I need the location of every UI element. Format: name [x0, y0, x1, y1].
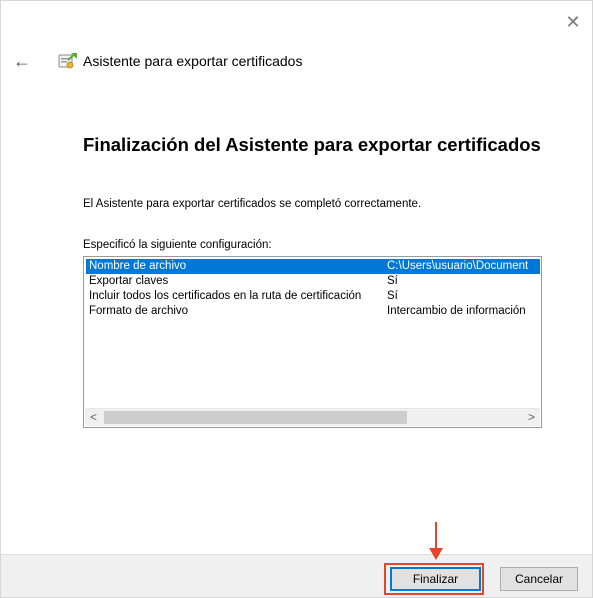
finish-highlight-box — [384, 563, 484, 595]
settings-listbox[interactable]: Nombre de archivo C:\Users\usuario\Docum… — [83, 256, 542, 428]
settings-row[interactable]: Incluir todos los certificados en la rut… — [86, 289, 540, 304]
setting-name: Incluir todos los certificados en la rut… — [89, 290, 362, 302]
setting-value: Sí — [387, 290, 398, 302]
close-icon[interactable]: ✕ — [564, 13, 582, 31]
wizard-title: Asistente para exportar certificados — [83, 53, 303, 69]
setting-name: Exportar claves — [89, 275, 169, 287]
scroll-right-icon[interactable]: > — [523, 409, 540, 426]
setting-name: Formato de archivo — [89, 305, 189, 317]
setting-value: Intercambio de información — [387, 305, 526, 317]
settings-row[interactable]: Nombre de archivo C:\Users\usuario\Docum… — [86, 259, 540, 274]
scroll-thumb[interactable] — [104, 411, 407, 424]
button-bar: Finalizar Cancelar — [1, 554, 592, 597]
settings-list-label: Especificó la siguiente configuración: — [83, 239, 272, 251]
settings-row[interactable]: Exportar claves Sí — [86, 274, 540, 289]
setting-value: Sí — [387, 275, 398, 287]
cancel-button[interactable]: Cancelar — [500, 567, 578, 591]
completion-message: El Asistente para exportar certificados … — [83, 198, 422, 210]
setting-value: C:\Users\usuario\Document — [387, 260, 529, 272]
certificate-wizard-icon — [58, 53, 77, 69]
annotation-arrow-icon — [429, 548, 443, 560]
setting-name: Nombre de archivo — [89, 260, 187, 272]
settings-row[interactable]: Formato de archivo Intercambio de inform… — [86, 304, 540, 319]
scroll-left-icon[interactable]: < — [85, 409, 102, 426]
page-heading: Finalización del Asistente para exportar… — [83, 134, 541, 155]
export-wizard-window: ✕ ← Asistente para exportar certificados… — [0, 0, 593, 598]
annotation-arrow-shaft — [435, 522, 437, 550]
horizontal-scrollbar[interactable]: < > — [85, 408, 540, 426]
back-arrow-icon[interactable]: ← — [13, 51, 31, 72]
